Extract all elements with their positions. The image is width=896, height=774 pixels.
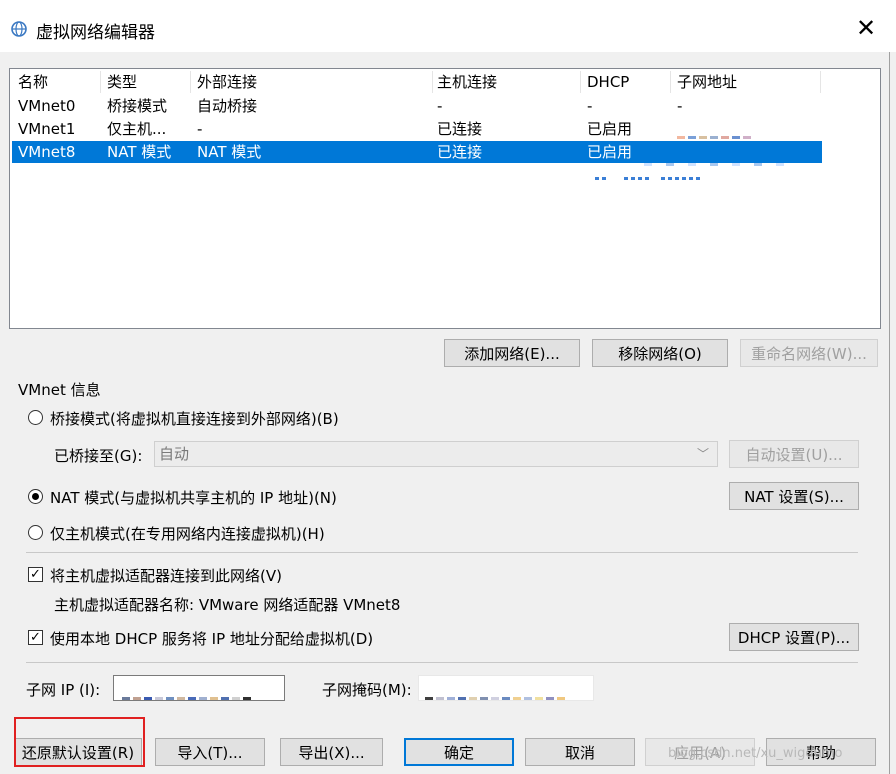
window-edge [889, 52, 890, 774]
subnet-mask-label: 子网掩码(M): [322, 681, 412, 699]
redacted-value [122, 686, 254, 700]
auto-settings-button[interactable]: 自动设置(U)... [729, 440, 859, 468]
cell-external: NAT 模式 [197, 143, 262, 161]
network-editor-icon [11, 21, 27, 37]
redacted-value [425, 686, 568, 700]
host-only-radio[interactable] [28, 525, 43, 540]
rename-network-button[interactable]: 重命名网络(W)... [740, 339, 878, 367]
cell-name: VMnet8 [18, 143, 76, 161]
cell-host: 已连接 [437, 120, 483, 138]
radio-selected-dot [32, 493, 39, 500]
list-item-vmnet8[interactable]: VMnet8 NAT 模式 NAT 模式 已连接 已启用 [12, 141, 822, 166]
cell-type: 仅主机... [107, 120, 167, 138]
subnet-ip-label: 子网 IP (I): [26, 681, 101, 699]
subnet-mask-input[interactable] [418, 675, 594, 701]
bridge-mode-label[interactable]: 桥接模式(将虚拟机直接连接到外部网络)(B) [50, 408, 339, 429]
watermark-text: blog.csdn.net/xu_wigdumo [668, 746, 843, 761]
nat-settings-button[interactable]: NAT 设置(S)... [729, 482, 859, 510]
window-title: 虚拟网络编辑器 [36, 23, 155, 43]
bridged-to-value: 自动 [159, 445, 190, 463]
column-divider[interactable] [820, 71, 821, 93]
ok-button[interactable]: 确定 [404, 738, 514, 766]
column-header-name[interactable]: 名称 [18, 71, 48, 93]
host-only-label[interactable]: 仅主机模式(在专用网络内连接虚拟机)(H) [50, 523, 325, 544]
subnet-ip-input[interactable] [113, 675, 285, 701]
column-header-subnet[interactable]: 子网地址 [677, 71, 737, 93]
column-divider[interactable] [432, 71, 433, 93]
remove-network-button[interactable]: 移除网络(O) [592, 339, 728, 367]
bridge-mode-radio[interactable] [28, 410, 43, 425]
import-button[interactable]: 导入(T)... [155, 738, 265, 766]
dhcp-checkbox[interactable]: ✓ [28, 630, 43, 645]
export-button[interactable]: 导出(X)... [280, 738, 383, 766]
divider [26, 552, 858, 553]
connect-adapter-label[interactable]: 将主机虚拟适配器连接到此网络(V) [50, 565, 282, 586]
cell-host: - [437, 97, 443, 115]
list-item-vmnet0[interactable]: VMnet0 桥接模式 自动桥接 - - - [12, 95, 822, 117]
column-header-type[interactable]: 类型 [107, 71, 137, 93]
dhcp-label[interactable]: 使用本地 DHCP 服务将 IP 地址分配给虚拟机(D) [50, 628, 373, 649]
nat-mode-radio[interactable] [28, 489, 43, 504]
highlight-annotation [14, 717, 145, 767]
column-header-host[interactable]: 主机连接 [437, 71, 497, 93]
bridged-to-select[interactable]: 自动 ﹀ [154, 441, 718, 467]
vmnet-info-group-title: VMnet 信息 [18, 381, 101, 399]
dhcp-settings-button[interactable]: DHCP 设置(P)... [729, 623, 859, 651]
list-item-vmnet1[interactable]: VMnet1 仅主机... - 已连接 已启用 [12, 118, 822, 140]
cell-dhcp: 已启用 [587, 143, 633, 161]
title-bar: 虚拟网络编辑器 ✕ [0, 0, 896, 52]
cell-external: 自动桥接 [197, 97, 258, 115]
connect-adapter-checkbox[interactable]: ✓ [28, 567, 43, 582]
bridged-to-label: 已桥接至(G): [54, 447, 143, 465]
column-divider[interactable] [190, 71, 191, 93]
cell-dhcp: - [587, 97, 593, 115]
cell-external: - [197, 120, 203, 138]
adapter-name-text: 主机虚拟适配器名称: VMware 网络适配器 VMnet8 [54, 596, 401, 614]
column-divider[interactable] [100, 71, 101, 93]
column-header-external[interactable]: 外部连接 [197, 71, 257, 93]
cell-dhcp: 已启用 [587, 120, 633, 138]
add-network-button[interactable]: 添加网络(E)... [444, 339, 580, 367]
nat-mode-label[interactable]: NAT 模式(与虚拟机共享主机的 IP 地址)(N) [50, 487, 337, 508]
column-divider[interactable] [670, 71, 671, 93]
close-icon[interactable]: ✕ [852, 14, 880, 42]
chevron-down-icon: ﹀ [696, 447, 709, 461]
column-header-dhcp[interactable]: DHCP [587, 71, 629, 93]
cell-name: VMnet0 [18, 97, 76, 115]
network-list[interactable]: 名称 类型 外部连接 主机连接 DHCP 子网地址 VMnet0 桥接模式 自动… [9, 68, 881, 329]
cancel-button[interactable]: 取消 [525, 738, 635, 766]
column-divider[interactable] [580, 71, 581, 93]
cell-host: 已连接 [437, 143, 483, 161]
cell-subnet: - [677, 97, 683, 115]
redacted-overflow [595, 166, 703, 184]
cell-type: NAT 模式 [107, 143, 172, 161]
divider [26, 662, 858, 663]
cell-type: 桥接模式 [107, 97, 168, 115]
cell-name: VMnet1 [18, 120, 76, 138]
